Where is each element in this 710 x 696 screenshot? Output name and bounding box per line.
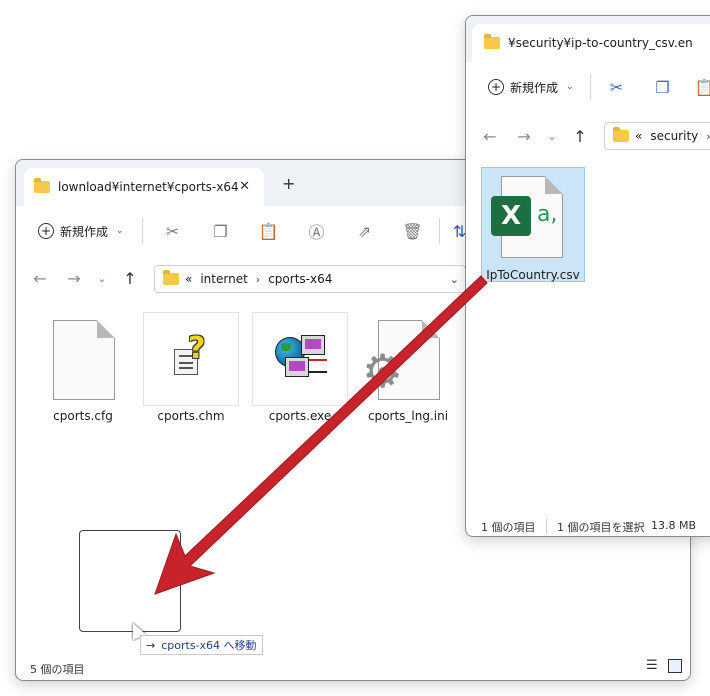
file-thumbnail: [35, 312, 131, 406]
file-name: cports.exe: [268, 409, 332, 423]
folder-icon: [163, 270, 179, 285]
file-item-cports-lng-ini[interactable]: ⚙ cports_lng.ini: [360, 312, 456, 423]
toolbar: + 新規作成 ⌄ ✂ ❐ 📋: [466, 62, 710, 112]
page-fold: [97, 320, 115, 338]
new-tab-button[interactable]: +: [282, 174, 295, 193]
details-view-icon[interactable]: ☰: [646, 658, 658, 673]
breadcrumb-security[interactable]: security: [650, 129, 698, 143]
status-item-count: 5 個の項目: [30, 663, 85, 676]
file-name: cports_lng.ini: [367, 409, 449, 423]
status-separator: [546, 519, 547, 533]
question-mark-icon: ?: [188, 331, 206, 366]
computer-icon: [301, 335, 325, 355]
network-lines: [309, 359, 327, 373]
breadcrumb-cports[interactable]: cports-x64: [268, 272, 332, 286]
copy-icon[interactable]: ❐: [651, 78, 675, 97]
tab-cports[interactable]: lownload¥internet¥cports-x64 ✕: [24, 168, 264, 206]
up-icon[interactable]: ↑: [120, 269, 140, 288]
file-name: cports.chm: [157, 409, 225, 423]
chevron-down-icon: ⌄: [116, 226, 124, 236]
tiles-view-icon[interactable]: [668, 659, 682, 673]
file-thumbnail: ⚙: [360, 312, 456, 406]
folder-icon: [613, 127, 629, 142]
page-fold: [422, 320, 440, 338]
cut-icon[interactable]: ✂: [161, 222, 185, 241]
recent-chevron-icon[interactable]: ⌄: [544, 130, 560, 143]
computer-icon: [285, 357, 309, 377]
explorer-window-security: ¥security¥ip-to-country_csv.en + 新規作成 ⌄ …: [465, 15, 710, 537]
csv-letters: a,: [537, 202, 558, 227]
breadcrumb-overflow[interactable]: «: [635, 129, 642, 143]
excel-csv-icon: X a,: [491, 176, 563, 258]
title-bar: ¥security¥ip-to-country_csv.en: [466, 16, 710, 62]
forward-icon[interactable]: →: [514, 127, 534, 146]
close-tab-icon[interactable]: ✕: [239, 179, 250, 194]
new-button[interactable]: + 新規作成 ⌄: [488, 79, 574, 96]
tab-security[interactable]: ¥security¥ip-to-country_csv.en: [472, 24, 710, 62]
toolbar-separator: [589, 74, 591, 100]
folder-icon: [484, 34, 500, 49]
tab-title: lownload¥internet¥cports-x64: [58, 180, 239, 194]
folder-icon: [34, 178, 50, 193]
toolbar-separator: [438, 218, 440, 244]
file-item-cports-cfg[interactable]: cports.cfg: [35, 312, 131, 423]
drag-ghost: [79, 530, 181, 632]
new-button-label: 新規作成: [510, 80, 559, 95]
excel-letter: X: [500, 201, 522, 231]
new-button-label: 新規作成: [60, 224, 109, 239]
drop-tooltip-text: cports-x64 へ移動: [161, 639, 257, 652]
back-icon[interactable]: ←: [30, 269, 50, 288]
status-selected-size: 13.8 MB: [651, 519, 697, 532]
gear-icon: ⚙: [362, 344, 404, 398]
plus-icon: +: [488, 79, 504, 95]
back-icon[interactable]: ←: [480, 127, 500, 146]
file-item-cports-exe[interactable]: cports.exe: [252, 312, 348, 423]
file-thumbnail: ?: [143, 312, 239, 406]
excel-badge: X: [491, 196, 531, 236]
tab-title: ¥security¥ip-to-country_csv.en: [508, 36, 693, 50]
breadcrumb-separator-icon: ›: [255, 272, 261, 286]
globe-land: [281, 343, 291, 351]
plus-icon: +: [38, 223, 54, 239]
breadcrumb-separator-icon: ›: [706, 130, 710, 143]
file-name: IpToCountry.csv: [486, 268, 580, 282]
drop-tooltip: → cports-x64 へ移動: [140, 635, 263, 655]
cut-icon[interactable]: ✂: [605, 78, 629, 97]
file-item-cports-chm[interactable]: ? cports.chm: [143, 312, 239, 423]
paste-icon[interactable]: 📋: [257, 222, 281, 241]
copy-icon[interactable]: ❐: [209, 222, 233, 241]
forward-icon[interactable]: →: [64, 269, 84, 288]
delete-icon[interactable]: 🗑: [401, 222, 425, 241]
move-arrow-icon: →: [146, 638, 156, 652]
status-item-count: 1 個の項目: [481, 521, 536, 534]
file-thumbnail: [252, 312, 348, 406]
recent-chevron-icon[interactable]: ⌄: [94, 272, 110, 285]
file-item-iptocountry-csv[interactable]: X a, IpToCountry.csv: [481, 167, 585, 282]
toolbar-separator: [141, 218, 143, 244]
breadcrumb-overflow[interactable]: «: [185, 272, 192, 286]
address-bar[interactable]: « internet › cports-x64 ⌄: [154, 265, 466, 293]
status-selected-count: 1 個の項目を選択: [557, 521, 645, 534]
new-button[interactable]: + 新規作成 ⌄: [38, 223, 124, 240]
rename-icon[interactable]: Ⓐ: [305, 219, 329, 243]
address-bar[interactable]: « security ›: [604, 122, 710, 150]
paste-icon[interactable]: 📋: [693, 78, 710, 97]
breadcrumb-internet[interactable]: internet: [200, 272, 247, 286]
chevron-down-icon: ⌄: [566, 82, 574, 92]
up-icon[interactable]: ↑: [570, 127, 590, 146]
address-dropdown-icon[interactable]: ⌄: [450, 273, 459, 286]
file-name: cports.cfg: [53, 409, 113, 423]
share-icon[interactable]: ⇗: [353, 222, 377, 241]
